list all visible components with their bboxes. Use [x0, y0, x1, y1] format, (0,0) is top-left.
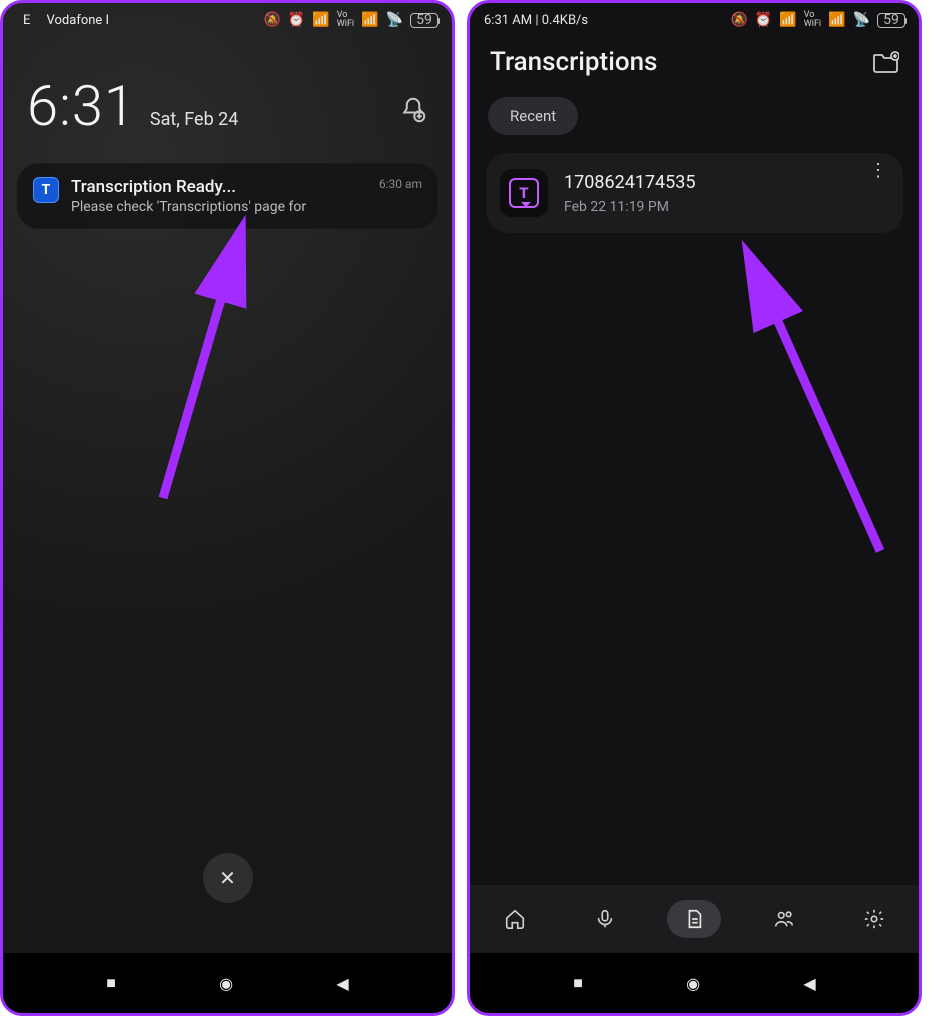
- filter-recent[interactable]: Recent: [488, 97, 578, 135]
- nav-back-icon[interactable]: ◀: [803, 974, 815, 993]
- lock-time: 6:31: [27, 73, 136, 139]
- nav-recents-icon[interactable]: ■: [106, 973, 116, 993]
- tab-mic[interactable]: [578, 900, 632, 938]
- signal-icon: 📶: [779, 12, 796, 28]
- vowifi-icon: VoWiFi: [337, 11, 354, 29]
- page-title: Transcriptions: [490, 47, 657, 77]
- status-bar: 6:31 AM | 0.4KB/s 🔕 ⏰ 📶 VoWiFi 📶 📡 59: [470, 3, 919, 33]
- signal-icon: 📶: [312, 12, 329, 28]
- notification-body: Please check 'Transcriptions' page for: [71, 199, 367, 215]
- system-nav-bar: ■ ◉ ◀: [470, 953, 919, 1013]
- system-nav-bar: ■ ◉ ◀: [3, 953, 452, 1013]
- wifi-icon: 📡: [386, 12, 403, 28]
- signal2-icon: 📶: [361, 12, 378, 28]
- new-folder-icon[interactable]: [873, 51, 899, 73]
- alarm-icon: ⏰: [755, 12, 772, 28]
- lockscreen-clock-row: 6:31 Sat, Feb 24: [3, 33, 452, 163]
- nav-recents-icon[interactable]: ■: [573, 973, 583, 993]
- nav-home-icon[interactable]: ◉: [686, 974, 700, 993]
- battery-icon: 59: [877, 13, 905, 28]
- notification-card[interactable]: T Transcription Ready... Please check 'T…: [17, 163, 438, 229]
- tab-home[interactable]: [488, 900, 542, 938]
- phone-transcriptions-app: 6:31 AM | 0.4KB/s 🔕 ⏰ 📶 VoWiFi 📶 📡 59 Tr…: [467, 0, 922, 1016]
- notification-title: Transcription Ready...: [71, 177, 367, 197]
- notification-settings-icon[interactable]: [398, 95, 428, 125]
- nav-back-icon[interactable]: ◀: [336, 974, 348, 993]
- phone-lockscreen: E Vodafone I 🔕 ⏰ 📶 VoWiFi 📶 📡 59 6:31 Sa…: [0, 0, 455, 1016]
- status-left-text: 6:31 AM | 0.4KB/s: [484, 13, 588, 28]
- nav-home-icon[interactable]: ◉: [219, 974, 233, 993]
- bottom-tab-bar: [470, 885, 919, 953]
- status-prefix: E: [23, 13, 30, 28]
- dnd-icon: 🔕: [263, 12, 280, 28]
- notification-app-icon: T: [33, 177, 59, 203]
- wifi-icon: 📡: [853, 12, 870, 28]
- tab-transcriptions[interactable]: [667, 900, 721, 938]
- dismiss-button[interactable]: ✕: [203, 853, 253, 903]
- lock-date: Sat, Feb 24: [150, 109, 239, 130]
- status-bar: E Vodafone I 🔕 ⏰ 📶 VoWiFi 📶 📡 59: [3, 3, 452, 33]
- transcription-thumb: T: [500, 169, 548, 217]
- carrier-name: Vodafone I: [47, 13, 110, 28]
- tab-settings[interactable]: [847, 900, 901, 938]
- battery-icon: 59: [410, 13, 438, 28]
- dnd-icon: 🔕: [730, 12, 747, 28]
- vowifi-icon: VoWiFi: [804, 11, 821, 29]
- signal2-icon: 📶: [828, 12, 845, 28]
- app-header: Transcriptions: [470, 33, 919, 85]
- alarm-icon: ⏰: [288, 12, 305, 28]
- transcription-thumb-letter: T: [509, 178, 539, 208]
- tab-contacts[interactable]: [757, 900, 811, 938]
- more-icon[interactable]: ⋮: [869, 169, 887, 173]
- transcription-name: 1708624174535: [564, 172, 696, 193]
- transcription-date: Feb 22 11:19 PM: [564, 199, 696, 215]
- transcription-item[interactable]: T 1708624174535 Feb 22 11:19 PM ⋮: [486, 153, 903, 233]
- notification-time: 6:30 am: [379, 177, 422, 191]
